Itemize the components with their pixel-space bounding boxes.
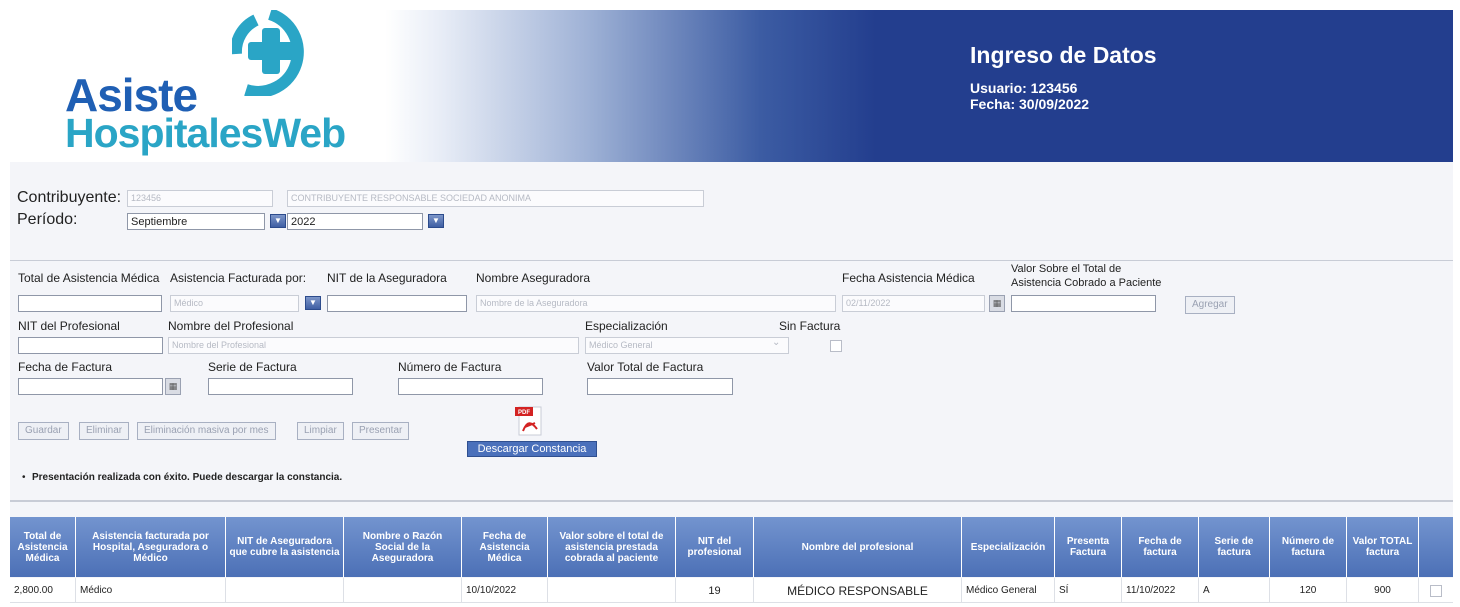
serie-factura-input[interactable] bbox=[208, 378, 353, 395]
col-valor-sobre-total: Valor sobre el total de asistencia prest… bbox=[548, 517, 676, 577]
col-select bbox=[1419, 517, 1453, 577]
month-select[interactable]: Septiembre bbox=[127, 213, 265, 230]
year-select[interactable]: 2022 bbox=[287, 213, 423, 230]
bullet: • bbox=[22, 472, 26, 483]
cell-select bbox=[1419, 578, 1453, 603]
nit-aseguradora-label: NIT de la Aseguradora bbox=[327, 271, 447, 285]
eliminacion-masiva-button[interactable]: Eliminación masiva por mes bbox=[137, 422, 276, 440]
col-fecha-asistencia: Fecha de Asistencia Médica bbox=[462, 517, 548, 577]
table-header: Total de Asistencia Médica Asistencia fa… bbox=[10, 517, 1453, 577]
cell-especializacion: Médico General bbox=[962, 578, 1055, 603]
guardar-button[interactable]: Guardar bbox=[18, 422, 69, 440]
numero-factura-label: Número de Factura bbox=[398, 360, 502, 374]
valor-total-factura-input[interactable] bbox=[587, 378, 733, 395]
asiste-hospitales-web-logo: Asiste HospitalesWeb bbox=[65, 10, 365, 162]
pdf-badge-text: PDF bbox=[518, 410, 530, 416]
col-nombre-profesional: Nombre del profesional bbox=[754, 517, 962, 577]
user-info: Usuario: 123456 bbox=[970, 80, 1078, 96]
descargar-constancia-button[interactable]: Descargar Constancia bbox=[467, 441, 597, 457]
nombre-profesional-label: Nombre del Profesional bbox=[168, 319, 294, 333]
calendar-icon[interactable]: ▦ bbox=[989, 295, 1005, 312]
col-nit-profesional: NIT del profesional bbox=[676, 517, 754, 577]
fecha-asistencia-input[interactable]: 02/11/2022 bbox=[842, 295, 985, 312]
fecha-factura-input[interactable] bbox=[18, 378, 163, 395]
cell-total-asistencia: 2,800.00 bbox=[10, 578, 76, 603]
success-message: Presentación realizada con éxito. Puede … bbox=[32, 472, 343, 483]
fecha-asistencia-label: Fecha Asistencia Médica bbox=[842, 271, 975, 285]
date-info: Fecha: 30/09/2022 bbox=[970, 96, 1090, 112]
nombre-aseguradora-label: Nombre Aseguradora bbox=[476, 271, 591, 285]
eliminar-button[interactable]: Eliminar bbox=[79, 422, 130, 440]
table-row[interactable]: 2,800.00 Médico 10/10/2022 19 MÉDICO RES… bbox=[10, 578, 1453, 603]
app-header: Asiste HospitalesWeb Ingreso de Datos Us… bbox=[10, 10, 1453, 162]
cell-numero-factura: 120 bbox=[1270, 578, 1347, 603]
limpiar-button[interactable]: Limpiar bbox=[297, 422, 344, 440]
cell-valor-sobre-total bbox=[548, 578, 676, 603]
fecha-factura-calendar-icon[interactable]: ▦ bbox=[165, 378, 181, 395]
page-title: Ingreso de Datos bbox=[970, 42, 1157, 68]
col-facturada-por: Asistencia facturada por Hospital, Asegu… bbox=[76, 517, 226, 577]
valor-total-factura-label: Valor Total de Factura bbox=[587, 360, 704, 374]
especializacion-select[interactable]: Médico General bbox=[585, 337, 789, 354]
facturada-por-select[interactable]: Médico bbox=[170, 295, 299, 312]
col-serie-factura: Serie de factura bbox=[1199, 517, 1270, 577]
cell-nit-aseguradora bbox=[226, 578, 344, 603]
sin-factura-checkbox[interactable] bbox=[830, 340, 842, 352]
especializacion-label: Especialización bbox=[585, 319, 668, 333]
col-numero-factura: Número de factura bbox=[1270, 517, 1347, 577]
facturada-por-label: Asistencia Facturada por: bbox=[170, 271, 307, 285]
col-especializacion: Especialización bbox=[962, 517, 1055, 577]
periodo-label: Período: bbox=[17, 211, 78, 228]
total-asistencia-input[interactable] bbox=[18, 295, 162, 312]
month-dropdown-icon[interactable]: ▼ bbox=[270, 214, 286, 228]
serie-factura-label: Serie de Factura bbox=[208, 360, 297, 374]
cell-serie-factura: A bbox=[1199, 578, 1270, 603]
contribuyente-label: Contribuyente: bbox=[17, 189, 122, 206]
facturada-por-dropdown-icon[interactable]: ▼ bbox=[305, 296, 321, 310]
col-nombre-aseguradora: Nombre o Razón Social de la Aseguradora bbox=[344, 517, 462, 577]
table-divider bbox=[10, 500, 1453, 502]
sin-factura-label: Sin Factura bbox=[779, 319, 841, 333]
col-valor-total-factura: Valor TOTAL factura bbox=[1347, 517, 1419, 577]
fecha-factura-label: Fecha de Factura bbox=[18, 360, 113, 374]
cell-valor-total-factura: 900 bbox=[1347, 578, 1419, 603]
logo-text-hospitales-web: HospitalesWeb bbox=[65, 110, 346, 156]
cell-nombre-profesional: MÉDICO RESPONSABLE bbox=[754, 578, 962, 603]
cell-nombre-aseguradora bbox=[344, 578, 462, 603]
year-dropdown-icon[interactable]: ▼ bbox=[428, 214, 444, 228]
numero-factura-input[interactable] bbox=[398, 378, 543, 395]
nombre-profesional-input[interactable]: Nombre del Profesional bbox=[168, 337, 579, 354]
valor-sobre-total-label-1: Valor Sobre el Total de bbox=[1011, 263, 1122, 275]
pdf-icon[interactable]: PDF bbox=[513, 405, 545, 437]
contribuyente-name-field[interactable]: CONTRIBUYENTE RESPONSABLE SOCIEDAD ANONI… bbox=[287, 190, 704, 207]
contribuyente-id-field[interactable]: 123456 bbox=[127, 190, 273, 207]
col-total-asistencia: Total de Asistencia Médica bbox=[10, 517, 76, 577]
cell-nit-profesional: 19 bbox=[676, 578, 754, 603]
especializacion-chevron-down-icon[interactable]: ⌄ bbox=[772, 337, 780, 348]
nit-profesional-input[interactable] bbox=[18, 337, 163, 354]
row-select-checkbox[interactable] bbox=[1430, 584, 1442, 597]
col-presenta-factura: Presenta Factura bbox=[1055, 517, 1122, 577]
valor-sobre-total-input[interactable] bbox=[1011, 295, 1156, 312]
nombre-aseguradora-input[interactable]: Nombre de la Aseguradora bbox=[476, 295, 836, 312]
cell-facturada-por: Médico bbox=[76, 578, 226, 603]
cell-fecha-factura: 11/10/2022 bbox=[1122, 578, 1199, 603]
medical-cross-icon bbox=[232, 10, 304, 96]
total-asistencia-label: Total de Asistencia Médica bbox=[18, 271, 160, 285]
section-divider bbox=[10, 260, 1453, 261]
valor-sobre-total-label-2: Asistencia Cobrado a Paciente bbox=[1011, 277, 1162, 289]
nit-aseguradora-input[interactable] bbox=[327, 295, 467, 312]
col-fecha-factura: Fecha de factura bbox=[1122, 517, 1199, 577]
cell-presenta-factura: SÍ bbox=[1055, 578, 1122, 603]
cell-fecha-asistencia: 10/10/2022 bbox=[462, 578, 548, 603]
col-nit-aseguradora: NIT de Aseguradora que cubre la asistenc… bbox=[226, 517, 344, 577]
presentar-button[interactable]: Presentar bbox=[352, 422, 410, 440]
nit-profesional-label: NIT del Profesional bbox=[18, 319, 120, 333]
agregar-button[interactable]: Agregar bbox=[1185, 296, 1235, 314]
